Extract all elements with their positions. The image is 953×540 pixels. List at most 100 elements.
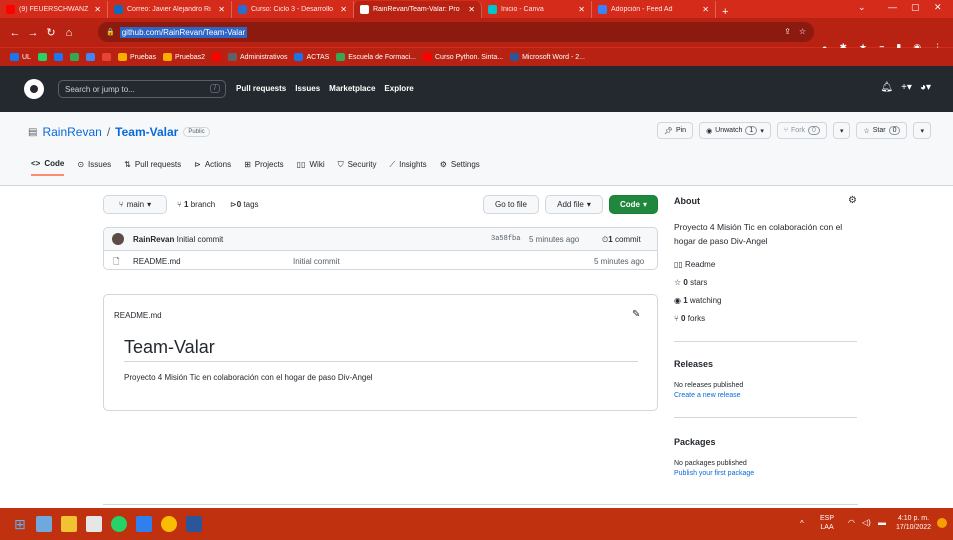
language-indicator[interactable]: ESP LAA [820,514,834,532]
forks-link[interactable]: ⑂ 0 forks [674,314,705,323]
close-tab-icon[interactable]: ✕ [94,5,101,14]
tags-link[interactable]: ⊳0 tags [230,200,259,209]
bookmark-item[interactable]: Microsoft Word - 2... [510,53,585,61]
windows-start-icon[interactable]: ⊞ [14,516,26,533]
bookmark-item[interactable] [85,53,95,61]
tab-actions[interactable]: ⊳ Actions [194,159,231,176]
new-tab-button[interactable]: + [716,6,734,18]
reload-icon[interactable]: ↻ [42,26,60,39]
browser-tab[interactable]: Correo: Javier Alejandro Ri ✕ [108,1,232,18]
clock[interactable]: 4:10 p. m. 17/10/2022 [896,514,931,532]
bookmark-item[interactable] [212,53,221,61]
repo-owner-link[interactable]: RainRevan [42,125,101,139]
bookmark-item[interactable]: Curso Python. Sinta... [423,53,503,61]
create-release-link[interactable]: Create a new release [674,392,741,399]
bookmark-item[interactable]: UL [10,53,31,61]
volume-icon[interactable]: ◁) [862,518,871,527]
close-window-icon[interactable]: ✕ [934,2,942,13]
releases-title[interactable]: Releases [674,359,713,369]
commits-link[interactable]: ⏲1 commit [602,235,641,245]
tab-pull-requests[interactable]: ⇅ Pull requests [124,159,181,176]
url-text[interactable]: github.com/RainRevan/Team-Valar [119,26,248,38]
packages-title[interactable]: Packages [674,437,716,447]
bookmark-item[interactable] [53,53,63,61]
commit-author-link[interactable]: RainRevan [133,235,174,244]
watching-link[interactable]: ◉ 1 watching [674,296,721,305]
maximize-icon[interactable]: ▢ [911,2,920,13]
share-icon[interactable]: ⇪ [784,27,791,36]
close-tab-icon[interactable]: ✕ [218,5,225,14]
vscode-icon[interactable] [135,516,152,532]
tray-chevron-icon[interactable]: ^ [800,519,804,528]
unwatch-button[interactable]: ◉ Unwatch 1 ▾ [699,122,771,139]
browser-tab[interactable]: Adopción - Feed Ad ✕ [592,1,716,18]
stars-link[interactable]: ☆ 0 stars [674,278,707,287]
browser-tab[interactable]: Inicio - Canva ✕ [482,1,592,18]
commit-message-link[interactable]: Initial commit [177,235,224,244]
tab-projects[interactable]: ⊞ Projects [244,159,284,176]
word-icon[interactable] [185,516,202,532]
notification-bell-icon[interactable]: 🔔︎ [880,82,893,93]
browser-tab[interactable]: RainRevan/Team-Valar: Pro ✕ [354,1,482,18]
star-button[interactable]: ☆ Star 0 [856,122,908,139]
back-icon[interactable]: ← [6,27,24,39]
fork-dropdown-button[interactable]: ▾ [832,122,851,139]
avatar[interactable] [112,233,124,245]
tab-code[interactable]: <> Code [31,159,65,176]
bookmark-item[interactable]: Escuela de Formaci... [336,53,416,61]
browser-tab[interactable]: (9) FEUERSCHWANZ - V✕ [0,1,108,18]
publish-package-link[interactable]: Publish your first package [674,470,754,477]
tab-security[interactable]: ⛉ Security [338,159,377,176]
home-icon[interactable]: ⌂ [60,27,78,39]
go-to-file-button[interactable]: Go to file [483,195,539,214]
tab-search-icon[interactable]: ⌄ [858,2,866,13]
store-icon[interactable] [85,516,102,532]
user-avatar[interactable]: ◕▾ [920,82,931,93]
gear-icon[interactable]: ⚙ [848,195,857,206]
file-name-link[interactable]: README.md [133,257,181,266]
whatsapp-icon[interactable] [110,516,127,532]
bookmark-item[interactable] [101,53,111,61]
search-input[interactable]: Search or jump to... / [58,80,226,98]
bookmark-item[interactable] [37,53,47,61]
bookmark-item[interactable]: Pruebas2 [163,53,205,61]
nav-marketplace[interactable]: Marketplace [329,84,375,93]
close-tab-icon[interactable]: ✕ [578,5,585,14]
tab-issues[interactable]: ⊙ Issues [77,159,111,176]
commit-hash[interactable]: 3a58fba [491,235,520,243]
tab-wiki[interactable]: ▯▯ Wiki [297,159,325,176]
wifi-icon[interactable]: ◠ [848,518,855,527]
battery-icon[interactable]: ▬ [878,518,886,527]
nav-pull-requests[interactable]: Pull requests [236,84,286,93]
omnibox[interactable]: 🔒 github.com/RainRevan/Team-Valar ⇪ ☆ [98,22,814,42]
chrome-icon[interactable] [160,516,177,532]
edit-pencil-icon[interactable]: ✎ [632,309,640,320]
file-explorer-icon[interactable] [60,516,77,532]
file-commit-message[interactable]: Initial commit [293,257,340,266]
tab-insights[interactable]: ⟋ Insights [390,159,427,176]
repo-name-link[interactable]: Team-Valar [115,125,178,139]
star-dropdown-button[interactable]: ▾ [913,122,931,139]
nav-explore[interactable]: Explore [384,84,413,93]
close-tab-icon[interactable]: ✕ [702,5,709,14]
close-tab-icon[interactable]: ✕ [468,5,475,14]
table-row[interactable]: 🗋︎ README.md Initial commit 5 minutes ag… [104,251,657,271]
tab-settings[interactable]: ⚙ Settings [440,159,480,176]
close-tab-icon[interactable]: ✕ [340,5,347,14]
branches-link[interactable]: ⑂ 1 branch [177,200,215,209]
bookmark-item[interactable]: Pruebas [117,53,156,61]
forward-icon[interactable]: → [24,27,42,39]
minimize-icon[interactable]: — [888,2,897,12]
github-logo-icon[interactable] [24,79,44,99]
create-new-icon[interactable]: +▾ [901,82,912,93]
notification-icon[interactable] [937,518,947,528]
task-view-icon[interactable] [35,516,52,532]
add-file-button[interactable]: Add file ▾ [545,195,603,214]
bookmark-item[interactable]: Administrativos [228,53,287,61]
branch-select-button[interactable]: ⑂ main ▾ [103,195,167,214]
bookmark-star-icon[interactable]: ☆ [799,27,806,36]
nav-issues[interactable]: Issues [295,84,320,93]
pin-button[interactable]: 📌︎ Pin [657,122,694,139]
fork-button[interactable]: ⑂ Fork 0 [776,122,827,139]
bookmark-item[interactable] [69,53,79,61]
